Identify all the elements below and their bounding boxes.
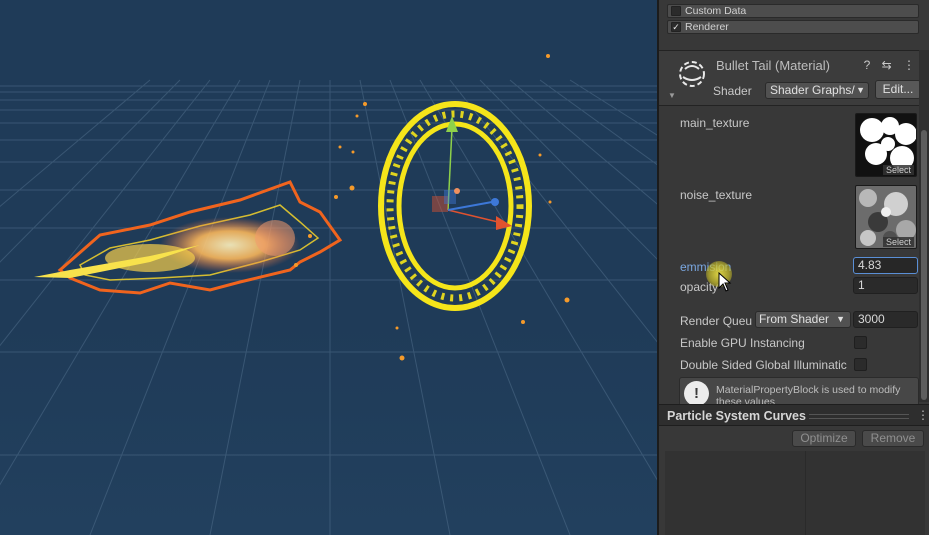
module-custom-data[interactable]: Custom Data [667, 4, 919, 18]
warning-icon: ! [684, 381, 709, 406]
render-queue-dropdown[interactable]: From Shader ▼ [755, 311, 851, 328]
noise-texture-label: noise_texture [680, 188, 753, 202]
double-sided-gi-checkbox[interactable] [854, 358, 867, 371]
header-icons[interactable]: ? ⇆ ⋮ [864, 58, 919, 72]
rune-ring[interactable] [378, 101, 532, 311]
material-title: Bullet Tail (Material) [716, 58, 830, 73]
gpu-instancing-checkbox[interactable] [854, 336, 867, 349]
shader-dropdown[interactable]: Shader Graphs/ ▼ [765, 82, 869, 99]
transform-gizmo[interactable] [432, 116, 512, 230]
custom-data-checkbox[interactable] [671, 6, 681, 16]
main-texture-slot[interactable]: Select [855, 113, 917, 177]
scrollbar-thumb[interactable] [921, 130, 927, 400]
render-queue-option: From Shader [759, 312, 830, 326]
double-sided-gi-label: Double Sided Global Illuminatic [680, 358, 847, 372]
scene-view[interactable] [0, 0, 657, 535]
gpu-instancing-label: Enable GPU Instancing [680, 336, 805, 350]
render-queue-field[interactable]: 3000 [853, 311, 918, 328]
module-label: Renderer [685, 21, 729, 33]
curves-area[interactable] [665, 451, 925, 535]
inspector-scrollbar[interactable] [919, 50, 929, 402]
curves-header[interactable]: Particle System Curves ⋮ [659, 404, 929, 426]
remove-button[interactable]: Remove [862, 430, 924, 447]
resize-grip-icon[interactable] [809, 414, 909, 419]
noise-texture-slot[interactable]: Select [855, 185, 917, 249]
select-button[interactable]: Select [882, 165, 914, 175]
shader-label: Shader [713, 84, 752, 98]
material-icon [679, 61, 705, 87]
curves-divider [805, 451, 806, 535]
more-options-icon[interactable]: ⋮ [917, 408, 929, 422]
render-queue-label: Render Queu [680, 314, 753, 328]
material-header: Bullet Tail (Material) ? ⇆ ⋮ ▼ Shader Sh… [659, 50, 929, 106]
scene-canvas[interactable] [0, 0, 657, 535]
main-texture-label: main_texture [680, 116, 750, 130]
module-label: Custom Data [685, 5, 747, 17]
dropdown-arrow-icon: ▼ [856, 85, 865, 95]
renderer-checkbox[interactable]: ✓ [671, 22, 681, 32]
scene-grid [0, 79, 657, 535]
inspector-panel: Custom Data ✓ Renderer Bullet Tail (Mate… [657, 0, 929, 535]
shader-value: Shader Graphs/ [770, 83, 855, 97]
bullet-tail-particles[interactable] [34, 180, 343, 295]
emmision-field[interactable]: 4.83 [853, 257, 918, 274]
fold-arrow-icon[interactable]: ▼ [668, 91, 676, 100]
opacity-field[interactable]: 1 [853, 277, 918, 294]
help-box: ! MaterialPropertyBlock is used to modif… [679, 377, 919, 407]
dropdown-arrow-icon: ▼ [836, 314, 845, 324]
mouse-cursor-icon [718, 272, 732, 292]
optimize-button[interactable]: Optimize [792, 430, 856, 447]
edit-shader-button[interactable]: Edit... [875, 80, 921, 99]
module-renderer[interactable]: ✓ Renderer [667, 20, 919, 34]
select-button[interactable]: Select [882, 237, 914, 247]
curves-title: Particle System Curves [667, 409, 806, 423]
